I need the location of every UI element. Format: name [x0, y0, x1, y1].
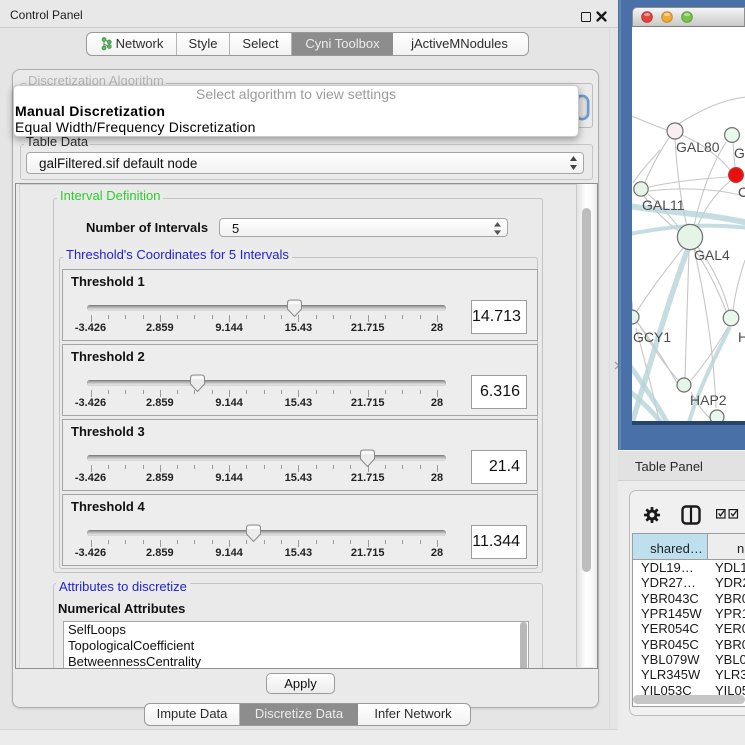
svg-text:HAP2: HAP2 — [690, 392, 727, 408]
svg-text:GAL4: GAL4 — [694, 247, 730, 263]
svg-text:H: H — [738, 329, 745, 345]
svg-text:GCY1: GCY1 — [633, 329, 671, 345]
svg-text:GA: GA — [734, 145, 745, 161]
svg-text:GAL11: GAL11 — [642, 197, 685, 213]
svg-text:C: C — [738, 184, 745, 200]
svg-text:GAL80: GAL80 — [676, 139, 720, 155]
